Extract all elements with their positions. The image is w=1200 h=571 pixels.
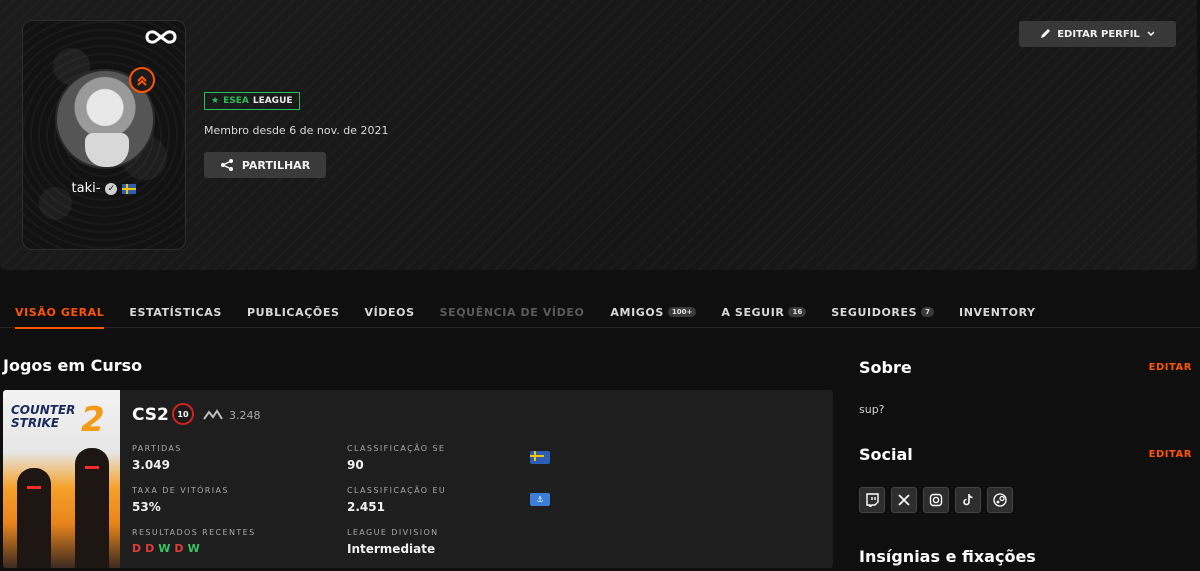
- tab-videos[interactable]: VÍDEOS: [364, 296, 414, 328]
- league-division-label: LEAGUE DIVISION: [347, 528, 439, 537]
- star-icon: ★: [211, 96, 220, 106]
- esea-league-badge[interactable]: ★ ESEA LEAGUE: [204, 92, 300, 110]
- result-item: D: [132, 542, 143, 555]
- esea-brand: ESEA: [223, 96, 249, 106]
- tab-label: VÍDEOS: [364, 305, 415, 319]
- chevron-down-icon: [1147, 31, 1155, 37]
- edit-profile-label: EDITAR PERFIL: [1057, 28, 1140, 40]
- cover-eye-right: [85, 466, 99, 469]
- rank-se-label: CLASSIFICAÇÃO SE: [347, 444, 446, 453]
- rank-eu-value: 2.451: [347, 500, 385, 514]
- share-label: PARTILHAR: [241, 158, 311, 172]
- about-edit-link[interactable]: EDITAR: [1149, 362, 1192, 373]
- about-text: sup?: [859, 403, 885, 416]
- followers-count-badge: 7: [921, 307, 934, 317]
- result-item: W: [158, 542, 172, 555]
- profile-tabs: VISÃO GERAL ESTATÍSTICAS PUBLICAÇÕES VÍD…: [0, 296, 1200, 329]
- x-icon[interactable]: [891, 487, 917, 513]
- social-edit-link[interactable]: EDITAR: [1149, 449, 1192, 460]
- europe-region-flag-icon: ⚓: [530, 493, 550, 506]
- tab-label: A SEGUIR: [721, 305, 785, 319]
- username: taki-: [71, 181, 101, 196]
- skill-level-badge: 10: [172, 403, 194, 425]
- cover-art-number: 2: [81, 400, 105, 440]
- username-row: taki- ✓: [23, 181, 185, 196]
- league-division-value: Intermediate: [347, 542, 436, 556]
- tab-label: INVENTORY: [959, 305, 1036, 319]
- infinity-logo-icon: [145, 30, 177, 44]
- rank-eu-label: CLASSIFICAÇÃO EU: [347, 486, 447, 495]
- tab-followers[interactable]: SEGUIDORES 7: [831, 296, 934, 328]
- sweden-region-flag-icon: [530, 451, 550, 464]
- tab-overview[interactable]: VISÃO GERAL: [15, 296, 105, 329]
- result-item: D: [145, 542, 156, 555]
- rank-se-value: 90: [347, 458, 364, 472]
- edit-profile-button[interactable]: EDITAR PERFIL: [1019, 21, 1176, 47]
- level-chevron-icon: [129, 67, 155, 93]
- tab-label: ESTATÍSTICAS: [129, 305, 222, 319]
- cover-art-title: COUNTER STRIKE: [11, 403, 76, 430]
- recent-results: D D W D W: [132, 542, 201, 555]
- share-icon: [220, 159, 233, 171]
- tab-label: PUBLICAÇÕES: [246, 305, 340, 319]
- elo-icon: [203, 409, 223, 420]
- sweden-flag-icon: [122, 183, 137, 194]
- instagram-icon[interactable]: [923, 487, 949, 513]
- cover-figure-left: [17, 468, 51, 568]
- games-section-title: Jogos em Curso: [3, 356, 143, 375]
- tab-following[interactable]: A SEGUIR 16: [721, 296, 807, 328]
- social-links: [859, 487, 1013, 513]
- winrate-value: 53%: [132, 500, 161, 514]
- game-name: CS2: [132, 405, 169, 425]
- recent-results-label: RESULTADOS RECENTES: [132, 528, 256, 537]
- elo-value: 3.248: [229, 409, 261, 422]
- steam-icon[interactable]: [987, 487, 1013, 513]
- tab-posts[interactable]: PUBLICAÇÕES: [247, 296, 340, 328]
- tab-label: AMIGOS: [610, 305, 664, 319]
- tab-label: VISÃO GERAL: [15, 305, 105, 319]
- twitch-icon[interactable]: [859, 487, 885, 513]
- tab-video-sequence: SEQUÊNCIA DE VÍDEO: [440, 296, 585, 328]
- tab-stats[interactable]: ESTATÍSTICAS: [129, 296, 222, 328]
- tab-inventory[interactable]: INVENTORY: [959, 296, 1036, 328]
- matches-value: 3.049: [132, 458, 170, 472]
- member-since: Membro desde 6 de nov. de 2021: [204, 124, 389, 137]
- following-count-badge: 16: [788, 307, 807, 317]
- result-item: W: [187, 542, 201, 555]
- badges-title: Insígnias e fixações: [859, 547, 1036, 566]
- tab-friends[interactable]: AMIGOS 100+: [610, 296, 697, 328]
- tiktok-icon[interactable]: [955, 487, 981, 513]
- tab-label: SEQUÊNCIA DE VÍDEO: [439, 305, 585, 319]
- social-title: Social: [859, 445, 913, 464]
- verified-icon: ✓: [105, 182, 118, 195]
- avatar-card: taki- ✓: [22, 20, 186, 250]
- cover-eye-left: [27, 486, 41, 489]
- result-item: D: [174, 542, 185, 555]
- winrate-label: TAXA DE VITÓRIAS: [132, 486, 229, 495]
- pencil-icon: [1041, 29, 1051, 38]
- about-title: Sobre: [859, 358, 912, 377]
- profile-banner: taki- ✓ ★ ESEA LEAGUE Membro desde 6 de …: [0, 0, 1197, 270]
- share-button[interactable]: PARTILHAR: [204, 152, 326, 178]
- cs2-cover-art: COUNTER STRIKE 2: [3, 390, 120, 568]
- matches-label: PARTIDAS: [132, 444, 182, 453]
- friends-count-badge: 100+: [667, 307, 697, 317]
- tab-label: SEGUIDORES: [831, 305, 918, 319]
- esea-league-label: LEAGUE: [252, 96, 293, 106]
